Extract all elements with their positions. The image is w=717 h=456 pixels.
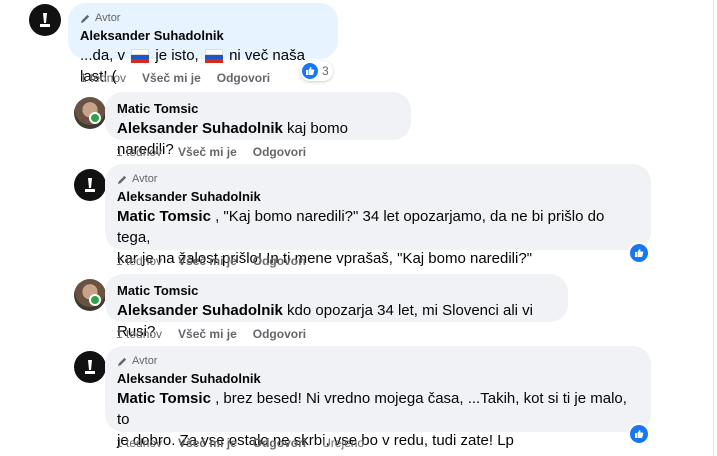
- pencil-icon: [117, 357, 127, 366]
- mention-link[interactable]: Matic Tomsic: [117, 208, 211, 225]
- badge-label: Avtor: [132, 173, 158, 185]
- scrollbar-track: [713, 0, 714, 456]
- comment-author[interactable]: Matic Tomsic: [117, 282, 556, 300]
- like-button[interactable]: Všeč mi je: [178, 436, 237, 450]
- like-button[interactable]: Všeč mi je: [178, 254, 237, 268]
- pencil-icon: [117, 175, 127, 184]
- like-button[interactable]: Všeč mi je: [178, 145, 237, 159]
- edited-label[interactable]: Urejeno: [322, 436, 364, 450]
- comment-author[interactable]: Aleksander Suhadolnik: [117, 188, 639, 206]
- comment-author[interactable]: Matic Tomsic: [117, 100, 399, 118]
- like-reaction-icon[interactable]: [628, 242, 650, 264]
- comment-bubble: Avtor Aleksander Suhadolnik Matic Tomsic…: [105, 164, 651, 267]
- mention-link[interactable]: Aleksander Suhadolnik: [117, 302, 283, 319]
- reply-button[interactable]: Odgovori: [253, 145, 306, 159]
- online-status-indicator: [89, 294, 101, 306]
- comment-actions: 1 tednov Všeč mi je Odgovori: [116, 254, 306, 268]
- timestamp[interactable]: 1 tednov: [80, 71, 126, 85]
- mention-link[interactable]: Matic Tomsic: [117, 390, 211, 407]
- pen-logo-icon: [85, 360, 95, 374]
- author-avatar[interactable]: [74, 351, 106, 383]
- timestamp[interactable]: 1 tednov: [116, 254, 162, 268]
- author-badge: Avtor: [80, 11, 326, 25]
- like-reaction-icon: [302, 63, 318, 79]
- reaction-count: 3: [322, 64, 329, 78]
- badge-label: Avtor: [95, 12, 121, 24]
- reply-button[interactable]: Odgovori: [253, 327, 306, 341]
- comment-bubble: Avtor Aleksander Suhadolnik ...da, v je …: [68, 3, 338, 85]
- pen-logo-icon: [85, 178, 95, 192]
- comment-bubble: Matic Tomsic Aleksander Suhadolnik kaj b…: [105, 92, 411, 158]
- online-status-indicator: [89, 112, 101, 124]
- like-button[interactable]: Všeč mi je: [142, 71, 201, 85]
- russia-flag-icon: [131, 49, 150, 63]
- russia-flag-icon: [204, 49, 223, 63]
- comment-author[interactable]: Aleksander Suhadolnik: [80, 27, 326, 45]
- like-reaction-icon[interactable]: [628, 423, 650, 445]
- comment-actions: 1 tednov Všeč mi je Odgovori Urejeno: [116, 436, 364, 450]
- scrollbar[interactable]: [711, 0, 717, 456]
- pen-logo-icon: [40, 13, 50, 27]
- reply-button[interactable]: Odgovori: [253, 436, 306, 450]
- author-badge: Avtor: [117, 354, 639, 368]
- comment-actions: 1 tednov Všeč mi je Odgovori: [116, 327, 306, 341]
- author-badge: Avtor: [117, 172, 639, 186]
- like-button[interactable]: Všeč mi je: [178, 327, 237, 341]
- pencil-icon: [80, 14, 90, 23]
- comment-bubble: Avtor Aleksander Suhadolnik Matic Tomsic…: [105, 346, 651, 449]
- reply-button[interactable]: Odgovori: [217, 71, 270, 85]
- author-avatar[interactable]: [29, 4, 61, 36]
- timestamp[interactable]: 1 tednov: [116, 436, 162, 450]
- comment-author[interactable]: Aleksander Suhadolnik: [117, 370, 639, 388]
- reaction-summary[interactable]: 3: [300, 61, 333, 81]
- timestamp[interactable]: 1 tednov: [116, 145, 162, 159]
- badge-label: Avtor: [132, 355, 158, 367]
- timestamp[interactable]: 1 tednov: [116, 327, 162, 341]
- comment-bubble: Matic Tomsic Aleksander Suhadolnik kdo o…: [105, 274, 568, 340]
- author-avatar[interactable]: [74, 169, 106, 201]
- reply-button[interactable]: Odgovori: [253, 254, 306, 268]
- comment-actions: 1 tednov Všeč mi je Odgovori: [116, 145, 306, 159]
- comment-actions: 1 tednov Všeč mi je Odgovori: [80, 71, 270, 85]
- mention-link[interactable]: Aleksander Suhadolnik: [117, 120, 283, 137]
